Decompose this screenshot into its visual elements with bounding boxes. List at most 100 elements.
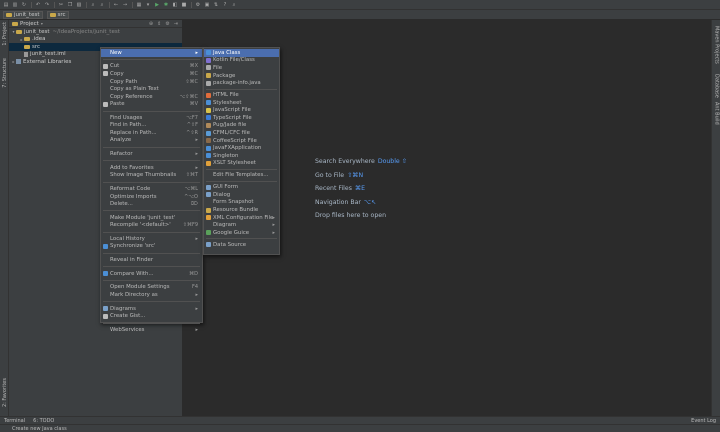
- menu-item-pug-jade-file[interactable]: Pug/Jade file: [204, 122, 279, 130]
- menu-item-refactor[interactable]: Refactor ▸: [101, 150, 202, 158]
- menu-item-synchronize-src[interactable]: Synchronize 'src': [101, 243, 202, 251]
- project-view-selector[interactable]: Project: [20, 21, 39, 27]
- menu-item-replace-in-path[interactable]: Replace in Path... ^⇧R: [101, 129, 202, 137]
- toolbar-divider: [31, 1, 32, 8]
- menu-item-add-to-favorites[interactable]: Add to Favorites ▸: [101, 164, 202, 172]
- tab-terminal[interactable]: Terminal: [4, 418, 25, 424]
- menu-item-javascript-file[interactable]: JavaScript File: [204, 107, 279, 115]
- vcs-icon[interactable]: ⇅: [213, 2, 219, 8]
- menu-item-coffeescript-file[interactable]: CoffeeScript File: [204, 137, 279, 145]
- run-config-icon[interactable]: ▾: [145, 2, 151, 8]
- scroll-from-source-icon[interactable]: ⊕: [149, 21, 153, 27]
- menu-item-copy-path[interactable]: Copy Path ⇧⌘C: [101, 78, 202, 86]
- search-icon[interactable]: ⌕: [231, 2, 237, 8]
- menu-item-reformat-code[interactable]: Reformat Code ⌥⌘L: [101, 185, 202, 193]
- menu-item-make-module-junit-test[interactable]: Make Module 'junit_test': [101, 214, 202, 222]
- save-icon[interactable]: ▥: [12, 2, 18, 8]
- menu-item-optimize-imports[interactable]: Optimize Imports ^⌥O: [101, 193, 202, 201]
- gear-icon[interactable]: ⚙: [165, 21, 169, 27]
- menu-item-package-info-java[interactable]: package-info.java: [204, 79, 279, 87]
- menu-item-xml-configuration-file[interactable]: XML Configuration File ▸: [204, 214, 279, 222]
- stop-icon[interactable]: ■: [181, 2, 187, 8]
- menu-item-package[interactable]: Package: [204, 72, 279, 80]
- menu-item-mark-directory-as[interactable]: Mark Directory as ▸: [101, 291, 202, 299]
- menu-item-javafxapplication[interactable]: JavaFXApplication: [204, 145, 279, 153]
- collapse-all-icon[interactable]: ⇕: [157, 21, 161, 27]
- menu-item-google-guice[interactable]: Google Guice ▸: [204, 229, 279, 237]
- menu-item-diagrams[interactable]: Diagrams ▸: [101, 305, 202, 313]
- tab-favorites[interactable]: 2: Favorites: [0, 378, 9, 407]
- tab-event-log[interactable]: Event Log: [691, 418, 716, 424]
- menu-item-copy-reference[interactable]: Copy Reference ⌥⇧⌘C: [101, 93, 202, 101]
- menu-item-java-class[interactable]: Java Class: [204, 49, 279, 57]
- menu-item-copy[interactable]: Copy ⌘C: [101, 70, 202, 78]
- coverage-icon[interactable]: ◧: [172, 2, 178, 8]
- menu-item-file[interactable]: File: [204, 64, 279, 72]
- menu-item-singleton[interactable]: Singleton: [204, 152, 279, 160]
- menu-item-edit-file-templates[interactable]: Edit File Templates...: [204, 172, 279, 180]
- menu-item-resource-bundle[interactable]: Resource Bundle: [204, 206, 279, 214]
- sync-icon[interactable]: ↻: [21, 2, 27, 8]
- breadcrumb-item-src[interactable]: src: [46, 10, 69, 19]
- tree-item-junit-test[interactable]: ▾ junit_test ~/IdeaProjects/junit_test: [9, 28, 182, 36]
- chevron-down-icon[interactable]: ▾: [41, 21, 43, 26]
- menu-item-webservices[interactable]: WebServices ▸: [101, 326, 202, 334]
- menu-item-recompile-default[interactable]: Recompile '<default>' ⇧⌘F9: [101, 222, 202, 230]
- project-structure-icon[interactable]: ▣: [204, 2, 210, 8]
- breadcrumb-item-project[interactable]: junit_test: [3, 10, 43, 19]
- find-icon[interactable]: ⌕: [90, 2, 96, 8]
- menu-item-html-file[interactable]: HTML File: [204, 91, 279, 99]
- menu-item-label: CFML/CFC file: [213, 130, 250, 137]
- copy-icon[interactable]: ❐: [67, 2, 73, 8]
- tab-structure[interactable]: 7: Structure: [0, 58, 9, 88]
- menu-item-xslt-stylesheet[interactable]: XSLT Stylesheet: [204, 160, 279, 168]
- menu-item-data-source[interactable]: Data Source: [204, 241, 279, 249]
- settings-icon[interactable]: ⚙: [195, 2, 201, 8]
- menu-item-reveal-in-finder[interactable]: Reveal in Finder: [101, 256, 202, 264]
- menu-item-dialog[interactable]: Dialog: [204, 191, 279, 199]
- menu-item-find-usages[interactable]: Find Usages ⌥F7: [101, 114, 202, 122]
- menu-item-typescript-file[interactable]: TypeScript File: [204, 114, 279, 122]
- redo-icon[interactable]: ↷: [44, 2, 50, 8]
- paste-icon[interactable]: ▧: [76, 2, 82, 8]
- menu-separator: [103, 59, 200, 61]
- tree-item-idea[interactable]: ▸ .idea: [9, 36, 182, 44]
- menu-separator: [103, 252, 200, 254]
- tab-database[interactable]: Database: [712, 74, 720, 98]
- build-icon[interactable]: ▦: [136, 2, 142, 8]
- menu-item-paste[interactable]: Paste ⌘V: [101, 100, 202, 108]
- forward-icon[interactable]: →: [122, 2, 128, 8]
- tab-ant-build[interactable]: Ant Build: [712, 102, 720, 125]
- hide-panel-icon[interactable]: ⇥: [174, 21, 178, 27]
- menu-item-open-module-settings[interactable]: Open Module Settings F4: [101, 284, 202, 292]
- menu-item-diagram[interactable]: Diagram ▸: [204, 222, 279, 230]
- menu-item-delete[interactable]: Delete... ⌦: [101, 200, 202, 208]
- menu-item-gui-form[interactable]: GUI Form: [204, 184, 279, 192]
- tab-todo[interactable]: 6: TODO: [33, 418, 54, 424]
- debug-icon[interactable]: ✱: [163, 2, 169, 8]
- replace-icon[interactable]: ⌕: [99, 2, 105, 8]
- tab-project[interactable]: 1: Project: [0, 22, 9, 46]
- back-icon[interactable]: ←: [113, 2, 119, 8]
- menu-item-form-snapshot[interactable]: Form Snapshot: [204, 199, 279, 207]
- undo-icon[interactable]: ↶: [35, 2, 41, 8]
- menu-item-find-in-path[interactable]: Find in Path... ^⇧F: [101, 122, 202, 130]
- menu-item-new[interactable]: New ▸: [101, 49, 202, 57]
- cut-icon[interactable]: ✂: [58, 2, 64, 8]
- menu-item-create-gist[interactable]: Create Gist...: [101, 312, 202, 320]
- menu-item-copy-as-plain-text[interactable]: Copy as Plain Text: [101, 85, 202, 93]
- menu-item-cfml-cfc-file[interactable]: CFML/CFC file: [204, 129, 279, 137]
- run-icon[interactable]: ▶: [154, 2, 160, 8]
- menu-item-local-history[interactable]: Local History ▸: [101, 235, 202, 243]
- open-icon[interactable]: ▤: [3, 2, 9, 8]
- menu-item-shortcut: ⌥F7: [186, 114, 198, 121]
- menu-item-cut[interactable]: Cut ⌘X: [101, 63, 202, 71]
- menu-item-analyze[interactable]: Analyze ▸: [101, 137, 202, 145]
- menu-item-compare-with[interactable]: Compare With... ⌘D: [101, 270, 202, 278]
- menu-item-show-image-thumbnails[interactable]: Show Image Thumbnails ⇧⌘T: [101, 172, 202, 180]
- menu-item-stylesheet[interactable]: Stylesheet: [204, 99, 279, 107]
- help-icon[interactable]: ?: [222, 2, 228, 8]
- tab-maven-projects[interactable]: Maven Projects: [712, 26, 720, 64]
- menu-item-kotlin-file-class[interactable]: Kotlin File/Class: [204, 57, 279, 65]
- menu-separator: [206, 168, 277, 170]
